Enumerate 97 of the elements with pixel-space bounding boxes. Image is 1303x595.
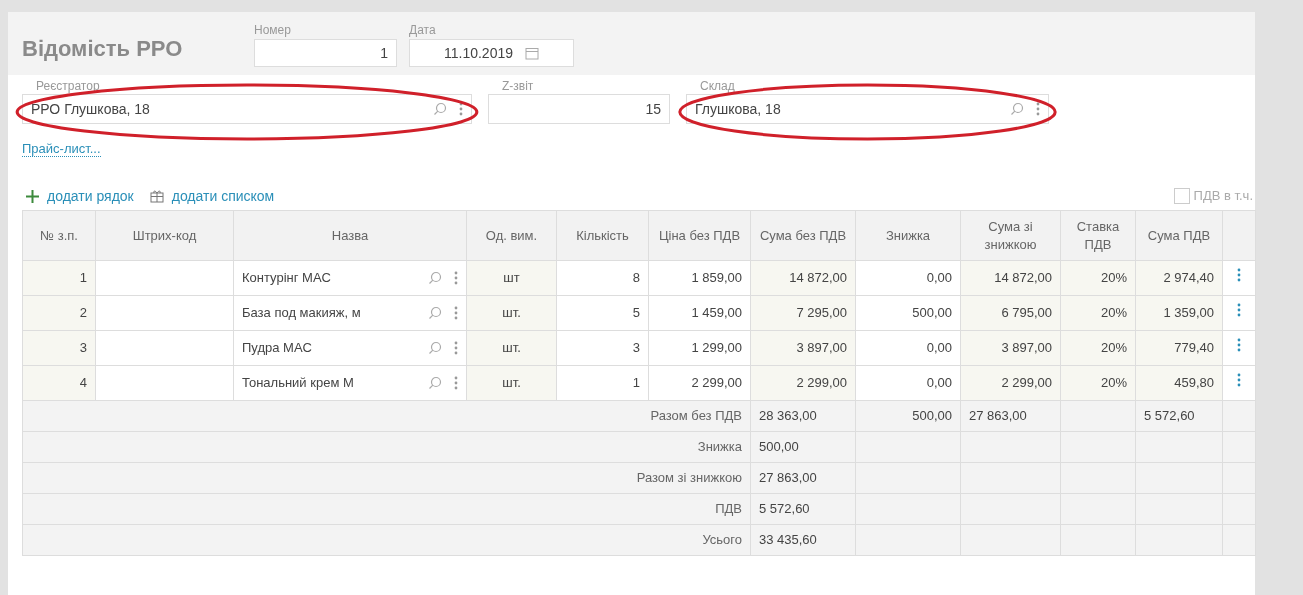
table-cell: 0,00 <box>855 330 961 366</box>
number-field[interactable]: 15 <box>488 94 670 124</box>
field-label: Z-звіт <box>501 78 535 94</box>
total-label: Разом без ПДВ <box>22 400 751 432</box>
column-header: Штрих-код <box>95 210 234 261</box>
table-cell: 14 872,00 <box>960 260 1061 296</box>
table-cell: 0,00 <box>855 365 961 401</box>
table-cell: 2 299,00 <box>648 365 751 401</box>
more-icon[interactable] <box>454 271 458 285</box>
table-cell: шт. <box>466 330 557 366</box>
column-header: Назва <box>233 210 467 261</box>
total-value: 5 572,60 <box>750 493 856 525</box>
total-value: 27 863,00 <box>750 462 856 494</box>
field-label: Склад <box>699 78 736 94</box>
table-cell: 1 <box>22 260 96 296</box>
add-list-button[interactable]: додати списком <box>149 185 275 207</box>
total-label: Разом зі знижкою <box>22 462 751 494</box>
search-icon[interactable] <box>428 341 442 355</box>
table-cell: 7 295,00 <box>750 295 856 331</box>
search-icon[interactable] <box>433 102 447 116</box>
lookup-field[interactable]: РРО Глушкова, 18 <box>22 94 472 124</box>
table-cell: 20% <box>1060 295 1136 331</box>
table-cell: 6 795,00 <box>960 295 1061 331</box>
more-icon[interactable] <box>1237 303 1241 318</box>
column-header: Сума без ПДВ <box>750 210 856 261</box>
table-cell: 20% <box>1060 260 1136 296</box>
total-label: Усього <box>22 524 751 556</box>
column-header: Знижка <box>855 210 961 261</box>
date-field[interactable]: 11.10.2019 <box>409 39 574 67</box>
table-cell: 2 <box>22 295 96 331</box>
column-header: Сума зі знижкою <box>960 210 1061 261</box>
total-value: 33 435,60 <box>750 524 856 556</box>
table-cell: шт. <box>466 295 557 331</box>
table-cell: шт <box>466 260 557 296</box>
number-field[interactable]: 1 <box>254 39 397 67</box>
total-discount: 500,00 <box>855 400 961 432</box>
table-cell: 1 359,00 <box>1135 295 1223 331</box>
column-header: № з.п. <box>22 210 96 261</box>
table-cell[interactable]: Пудра MAC <box>233 330 467 366</box>
table-cell: 20% <box>1060 330 1136 366</box>
plus-icon <box>26 189 39 203</box>
field-label: Номер <box>254 22 292 39</box>
table-cell[interactable]: База под макияж, м <box>233 295 467 331</box>
table-cell: 3 <box>22 330 96 366</box>
more-icon[interactable] <box>454 376 458 390</box>
page-title: Відомість РРО <box>22 35 184 63</box>
search-icon[interactable] <box>428 376 442 390</box>
table-cell: 3 897,00 <box>750 330 856 366</box>
table-cell: 0,00 <box>855 260 961 296</box>
search-icon[interactable] <box>1010 102 1024 116</box>
table-cell: 14 872,00 <box>750 260 856 296</box>
column-header: Ставка ПДВ <box>1060 210 1136 261</box>
table-cell: 1 859,00 <box>648 260 751 296</box>
table-cell[interactable]: Контурінг MAC <box>233 260 467 296</box>
column-header: Од. вим. <box>466 210 557 261</box>
total-value: 28 363,00 <box>750 400 856 432</box>
table-cell: 1 299,00 <box>648 330 751 366</box>
more-icon[interactable] <box>1036 102 1040 116</box>
more-icon[interactable] <box>454 306 458 320</box>
more-icon[interactable] <box>454 341 458 355</box>
table-cell: 1 <box>556 365 649 401</box>
total-vat: 5 572,60 <box>1135 400 1223 432</box>
field-label: Реєстратор <box>35 78 101 94</box>
more-icon[interactable] <box>1237 268 1241 283</box>
more-icon[interactable] <box>459 102 463 116</box>
more-icon[interactable] <box>1237 338 1241 353</box>
table-cell: 500,00 <box>855 295 961 331</box>
table-cell: 1 459,00 <box>648 295 751 331</box>
table-cell: 3 897,00 <box>960 330 1061 366</box>
table-cell: 459,80 <box>1135 365 1223 401</box>
table-cell: 20% <box>1060 365 1136 401</box>
add-row-button[interactable]: додати рядок <box>26 185 134 207</box>
lookup-field[interactable]: Глушкова, 18 <box>686 94 1049 124</box>
table-cell: 2 974,40 <box>1135 260 1223 296</box>
total-value: 500,00 <box>750 431 856 463</box>
total-label: ПДВ <box>22 493 751 525</box>
table-cell: 2 299,00 <box>750 365 856 401</box>
table-cell: 3 <box>556 330 649 366</box>
table-cell: 8 <box>556 260 649 296</box>
table-cell: 4 <box>22 365 96 401</box>
column-header: Кількість <box>556 210 649 261</box>
column-header: Сума ПДВ <box>1135 210 1223 261</box>
field-label: Дата <box>409 22 437 39</box>
total-with-discount: 27 863,00 <box>960 400 1061 432</box>
column-header: Ціна без ПДВ <box>648 210 751 261</box>
table-cell: 5 <box>556 295 649 331</box>
table-cell: 2 299,00 <box>960 365 1061 401</box>
calendar-icon[interactable] <box>525 46 539 60</box>
table-cell: шт. <box>466 365 557 401</box>
table-cell: 779,40 <box>1135 330 1223 366</box>
total-label: Знижка <box>22 431 751 463</box>
search-icon[interactable] <box>428 306 442 320</box>
search-icon[interactable] <box>428 271 442 285</box>
more-icon[interactable] <box>1237 373 1241 388</box>
gift-icon <box>149 189 164 203</box>
price-list-link[interactable]: Прайс-лист... <box>22 141 101 157</box>
table-cell[interactable]: Тональний крем М <box>233 365 467 401</box>
